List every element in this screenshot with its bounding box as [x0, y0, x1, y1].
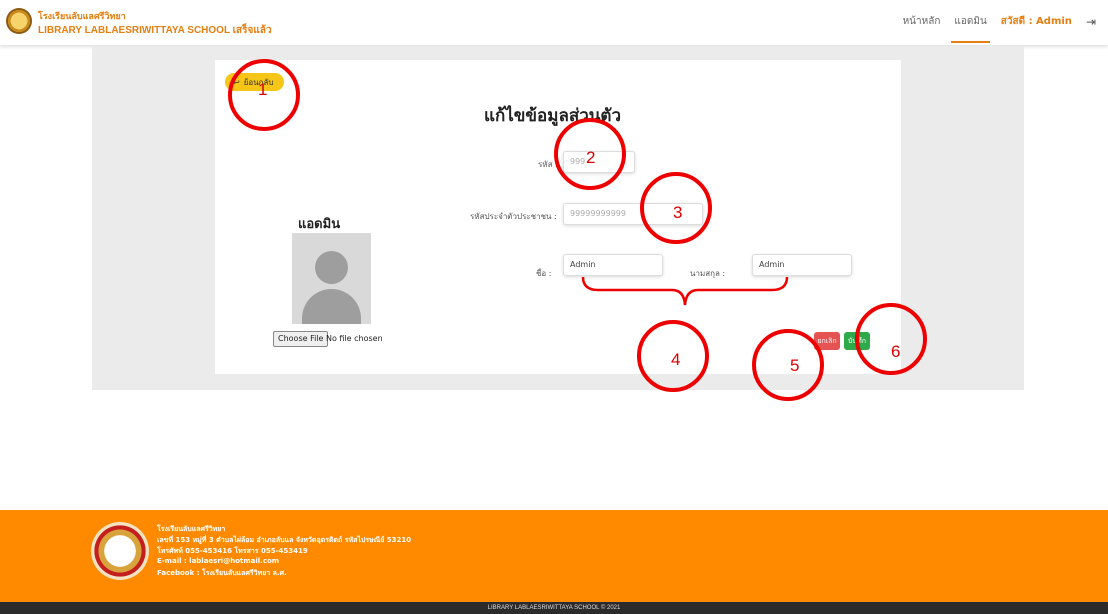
annotation-circle-6 — [855, 303, 927, 375]
annotation-number-1: 1 — [258, 80, 268, 99]
profile-name: แอดมิน — [298, 217, 341, 232]
annotation-number-2: 2 — [586, 148, 596, 167]
nav-home[interactable]: หน้าหลัก — [903, 14, 941, 29]
annotation-number-4: 4 — [671, 350, 681, 369]
avatar-body-shape — [302, 289, 361, 324]
footer-phone: โทรศัพท์ 055-453416 โทรสาร 055-453419 — [157, 547, 308, 555]
user-greeting[interactable]: สวัสดี : Admin — [1001, 14, 1072, 29]
footer-school-logo — [91, 522, 149, 580]
nav-admin[interactable]: แอดมิน — [951, 14, 991, 43]
brand-english[interactable]: LIBRARY LABLAESRIWITTAYA SCHOOL เสร็จแล้… — [38, 23, 272, 38]
avatar-head-shape — [315, 251, 348, 284]
copyright-bar: LIBRARY LABLAESRIWITTAYA SCHOOL © 2021 — [0, 602, 1108, 614]
file-status-text: No file chosen — [326, 334, 383, 343]
choose-file-button[interactable]: Choose File — [273, 331, 329, 347]
annotation-number-6: 6 — [891, 342, 901, 361]
footer-school-name: โรงเรียนลับแลศรีวิทยา — [157, 525, 226, 533]
top-header: โรงเรียนลับแลศรีวิทยา LIBRARY LABLAESRIW… — [0, 0, 1108, 46]
annotation-circle-5 — [752, 329, 824, 401]
citizen-id-label: รหัสประจำตัวประชาชน : — [470, 212, 557, 221]
top-nav: หน้าหลัก แอดมิน สวัสดี : Admin ⇥ — [903, 14, 1096, 43]
school-logo[interactable] — [6, 8, 32, 34]
footer-facebook[interactable]: Facebook : โรงเรียนลับแลศรีวิทยา ล.ศ. — [157, 568, 287, 579]
last-name-input[interactable]: Admin — [752, 254, 852, 276]
avatar — [292, 233, 371, 324]
annotation-number-3: 3 — [673, 203, 683, 222]
brand-thai[interactable]: โรงเรียนลับแลศรีวิทยา — [38, 9, 126, 23]
footer-email[interactable]: E-mail : lablaesri@hotmail.com — [157, 557, 279, 565]
first-name-input[interactable]: Admin — [563, 254, 663, 276]
annotation-number-5: 5 — [790, 356, 800, 375]
name-fields-brace — [581, 276, 789, 306]
first-name-label: ชื่อ : — [536, 269, 552, 278]
logout-icon[interactable]: ⇥ — [1086, 15, 1096, 29]
footer-address: เลขที่ 153 หมู่ที่ 3 ตำบลไผ่ล้อม อำเภอลั… — [157, 536, 412, 544]
